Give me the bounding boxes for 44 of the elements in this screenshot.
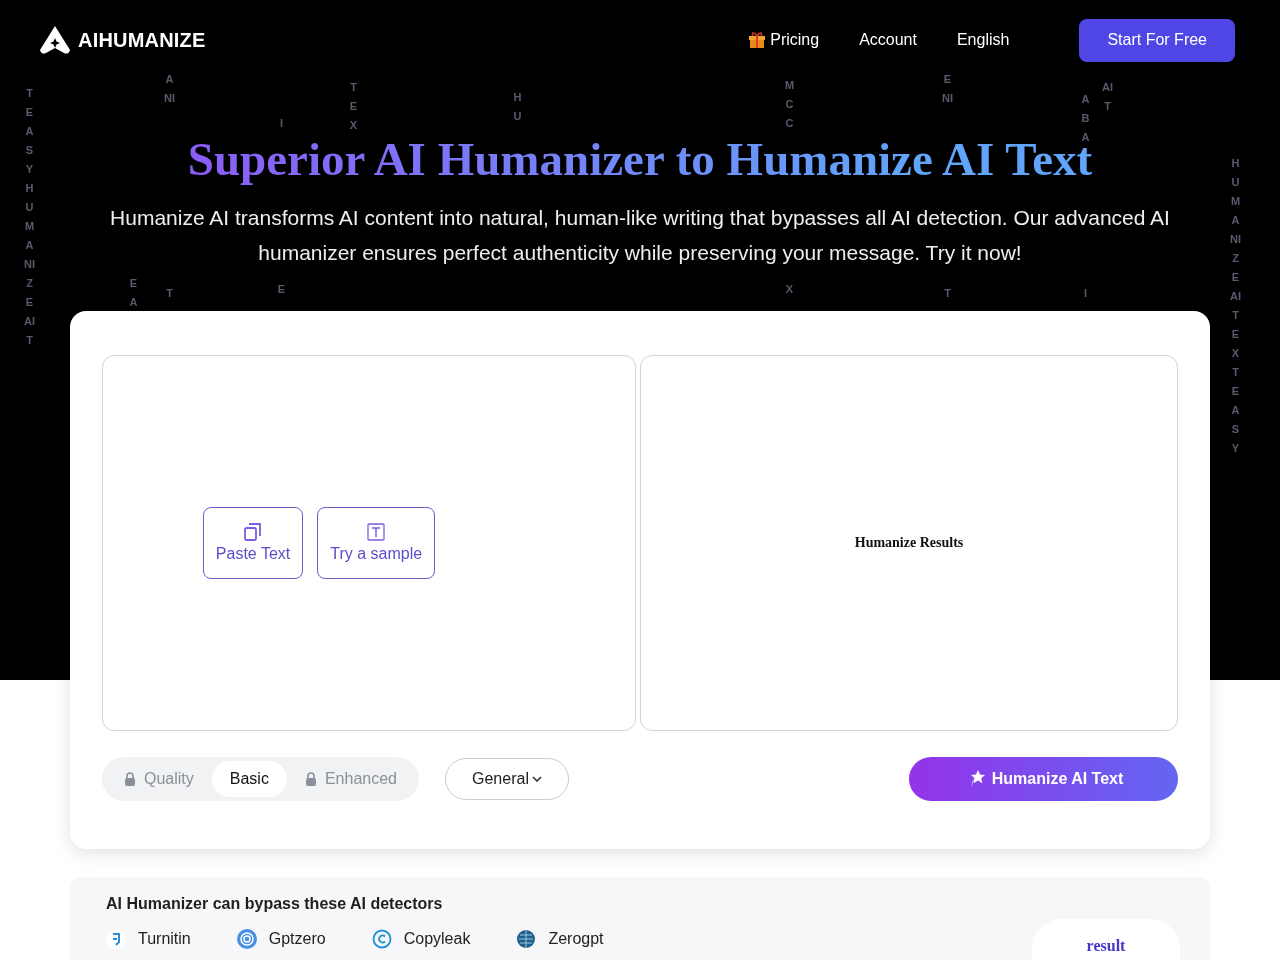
background-letters: TEX bbox=[348, 80, 359, 133]
sample-button[interactable]: Try a sample bbox=[317, 507, 436, 579]
background-letters: HUMANIZEAITEXTEASY bbox=[1230, 156, 1241, 456]
nav-link[interactable]: Pricing bbox=[748, 31, 820, 49]
text-icon bbox=[367, 523, 386, 541]
copyright-logo-icon bbox=[371, 929, 392, 949]
gift-icon bbox=[748, 31, 767, 49]
background-letters: ENI bbox=[942, 72, 953, 106]
background-letters: T bbox=[165, 286, 174, 301]
result-label: result bbox=[1086, 937, 1126, 955]
results-placeholder: Humanize Results bbox=[854, 535, 964, 551]
detector-name: Copyleak bbox=[403, 930, 471, 948]
lock-icon bbox=[304, 772, 317, 786]
humanize-button[interactable]: Humanize AI Text bbox=[909, 757, 1178, 801]
brand-name: AIHUMANIZE bbox=[78, 28, 206, 52]
nav-link[interactable]: English bbox=[956, 31, 1010, 49]
detector-name: Zerogpt bbox=[548, 930, 604, 948]
chevron-down-icon bbox=[531, 776, 542, 782]
mode-tab[interactable]: Basic bbox=[211, 761, 287, 797]
background-letters: T bbox=[943, 286, 952, 301]
background-letters: I bbox=[278, 116, 285, 131]
background-letters: HU bbox=[512, 90, 523, 124]
detectors-title: AI Humanizer can bypass these AI detectors bbox=[106, 895, 444, 913]
background-letters: EA bbox=[128, 276, 139, 310]
background-letters: I bbox=[1082, 286, 1089, 301]
background-letters: MCC bbox=[784, 78, 795, 131]
copy-icon bbox=[244, 523, 263, 541]
detector-name: Gptzero bbox=[268, 930, 326, 948]
start-button[interactable]: Start For Free bbox=[1079, 18, 1235, 62]
background-letters: TEASYHUMANIZEAIT bbox=[24, 86, 35, 348]
background-letters: E bbox=[276, 282, 287, 297]
background-letters: AIT bbox=[1102, 80, 1113, 114]
background-letters: ABA bbox=[1080, 92, 1091, 144]
input-text-box[interactable]: Paste Text Try a sample bbox=[102, 355, 636, 731]
output-text-box[interactable]: Humanize Results bbox=[640, 355, 1178, 731]
logo-icon bbox=[40, 26, 70, 54]
paste-text-button[interactable]: Paste Text bbox=[202, 507, 304, 579]
lock-icon bbox=[124, 772, 136, 786]
style-dropdown[interactable]: General bbox=[445, 758, 569, 800]
background-letters: X bbox=[784, 282, 795, 297]
nav-link[interactable]: Account bbox=[859, 31, 917, 49]
background-letters: ANI bbox=[164, 72, 175, 106]
hero-subtitle: Humanize AI transforms AI content into natural, human-like writing that bypasses all AI detection. Our advanced AI humanizer ensures perfect authenticity while preserving your message. Try it now! bbox=[109, 205, 1171, 266]
detector-name: Turnitin bbox=[138, 930, 191, 948]
